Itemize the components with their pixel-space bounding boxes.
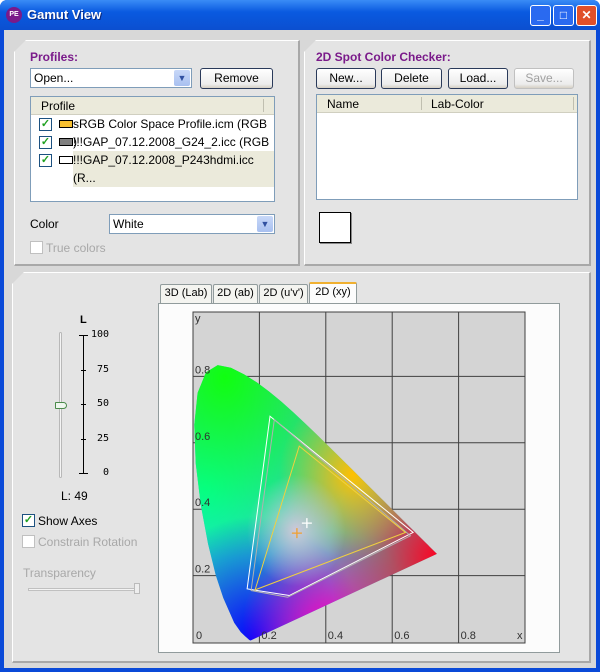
y-tick-label: 0.4 — [195, 497, 210, 509]
x-tick-label: 0.6 — [394, 630, 409, 642]
x-tick-label: 0.2 — [261, 630, 276, 642]
y-tick-label: 0.6 — [195, 431, 210, 443]
x-tick-label: 0 — [196, 630, 202, 642]
x-tick-label: 0.4 — [328, 630, 343, 642]
y-tick-label: 0.2 — [195, 564, 210, 576]
xy-chromaticity-chart[interactable]: 0 0.2 0.4 0.6 0.8 0.2 0.4 0.6 0.8 y x — [0, 0, 600, 672]
x-tick-label: 0.8 — [461, 630, 476, 642]
x-axis-label: x — [517, 630, 523, 642]
y-tick-label: 0.8 — [195, 364, 210, 376]
y-axis-label: y — [195, 313, 201, 325]
